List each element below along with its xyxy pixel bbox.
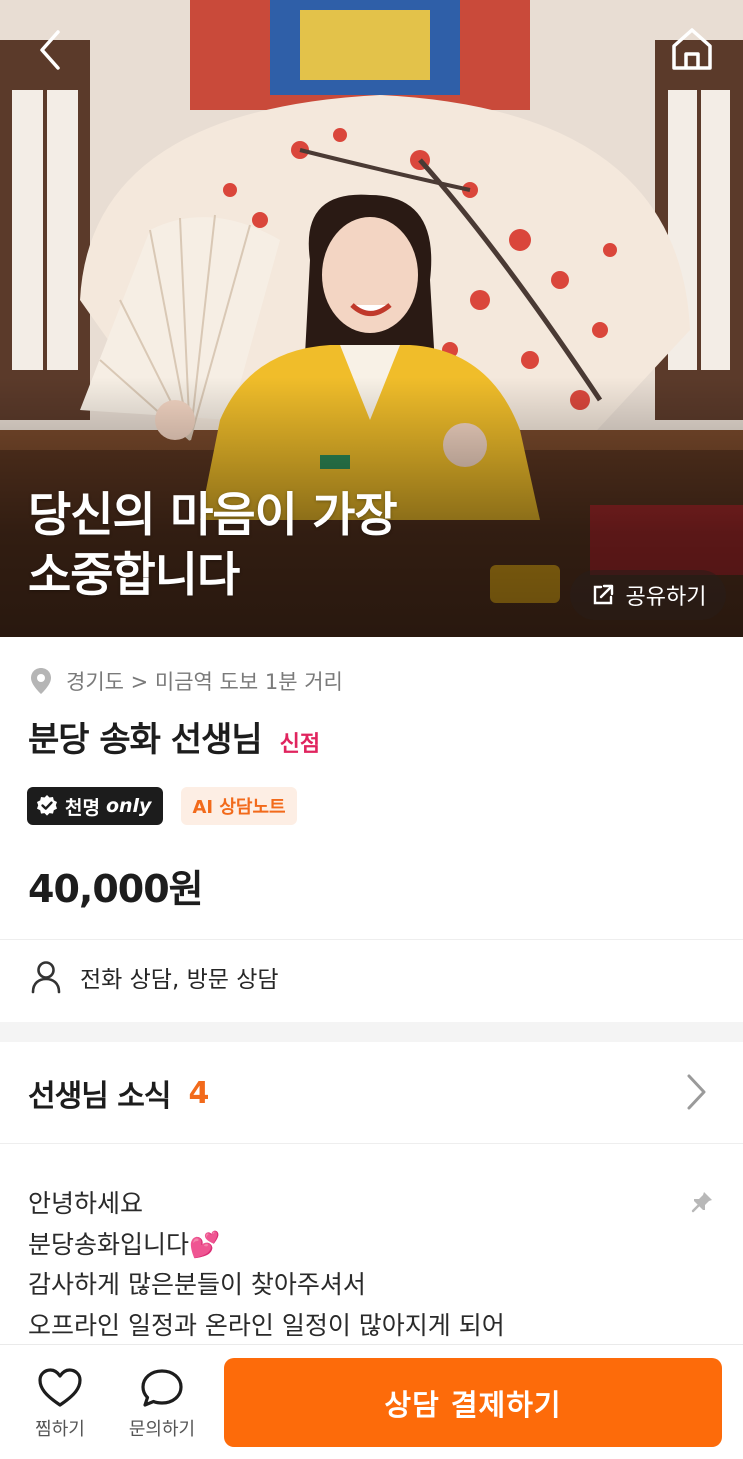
verified-check-icon [37, 795, 57, 816]
news-line: 분당송화입니다💕 [28, 1229, 221, 1259]
share-label: 공유하기 [625, 585, 707, 610]
badge-row: 천명 only AI 상담노트 [27, 787, 297, 825]
premium-badge-prefix: 천명 [65, 796, 100, 819]
like-label: 찜하기 [35, 1419, 85, 1440]
category-label: 신점 [279, 732, 321, 757]
like-button[interactable]: 찜하기 [15, 1367, 105, 1441]
hero-title: 당신의 마음이 가장 소중합니다 [28, 488, 398, 603]
ai-note-badge: AI 상담노트 [181, 787, 297, 825]
ai-note-label: AI 상담노트 [192, 797, 286, 818]
news-title: 선생님 소식 [28, 1079, 171, 1114]
news-count: 4 [188, 1075, 210, 1111]
price: 40,000원 [28, 867, 204, 911]
news-post[interactable]: 안녕하세요 분당송화입니다💕 감사하게 많은분들이 찾아주셔서 오프라인 일정과… [28, 1184, 688, 1346]
share-external-icon [593, 584, 613, 605]
section-divider [0, 1022, 743, 1042]
premium-badge-suffix: only [105, 795, 152, 817]
person-icon [31, 961, 61, 994]
name-row: 분당 송화 선생님 신점 [28, 712, 320, 761]
pay-label: 상담 결제하기 [384, 1387, 562, 1422]
premium-badge: 천명 only [27, 787, 164, 825]
counselor-name: 분당 송화 선생님 [28, 720, 263, 760]
pay-consultation-button[interactable]: 상담 결제하기 [224, 1358, 722, 1447]
bottom-action-bar: 찜하기 문의하기 상담 결제하기 [0, 1344, 743, 1459]
inquiry-button[interactable]: 문의하기 [117, 1367, 207, 1441]
home-button[interactable] [668, 24, 716, 74]
consult-types-text: 전화 상담, 방문 상담 [80, 967, 279, 993]
news-line: 안녕하세요 [28, 1189, 144, 1218]
back-arrow-icon [40, 30, 60, 70]
location-text: 경기도 > 미금역 도보 1분 거리 [66, 670, 343, 694]
share-button[interactable]: 공유하기 [570, 570, 726, 620]
news-header[interactable]: 선생님 소식 4 [28, 1068, 718, 1118]
heart-icon [38, 1368, 82, 1407]
home-icon [672, 28, 712, 70]
consult-types-row: 전화 상담, 방문 상담 [30, 960, 279, 994]
location-pin-icon [31, 668, 51, 694]
chat-bubble-icon [141, 1369, 183, 1407]
pin-icon [691, 1192, 712, 1213]
back-button[interactable] [30, 26, 74, 74]
divider [0, 1143, 743, 1144]
location-row: 경기도 > 미금역 도보 1분 거리 [30, 666, 343, 696]
hero-banner: 당신의 마음이 가장 소중합니다 공유하기 [0, 0, 743, 637]
chevron-right-icon [687, 1074, 706, 1110]
news-line: 오프라인 일정과 온라인 일정이 많아지게 되어 [28, 1310, 505, 1340]
inquiry-label: 문의하기 [128, 1419, 196, 1440]
divider [0, 939, 743, 940]
news-line: 감사하게 많은분들이 찾아주셔서 [28, 1270, 366, 1299]
